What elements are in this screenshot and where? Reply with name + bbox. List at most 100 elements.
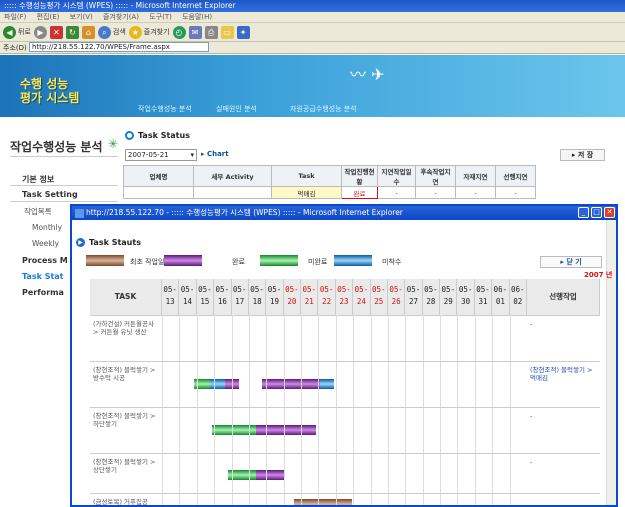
home-icon[interactable]: ⌂ bbox=[81, 25, 95, 39]
row-prev: - bbox=[530, 458, 533, 466]
grid-line bbox=[405, 315, 407, 505]
task-cell: 먹매김 bbox=[271, 186, 342, 199]
grid-line bbox=[318, 315, 320, 505]
col-activity: 세부 Activity bbox=[193, 165, 272, 187]
date-header-cell: 06- 02 bbox=[509, 279, 527, 315]
date-header-cell: 05- 14 bbox=[179, 279, 197, 315]
menu-tools[interactable]: 도구(T) bbox=[149, 13, 172, 21]
grid-line bbox=[214, 315, 216, 505]
gantt-row[interactable]: (가하건설) 커튼월공사 > 커튼월 유닛 생산 - bbox=[90, 315, 600, 361]
task-table: 업체명 세부 Activity Task 작업진행현황 지연작업일수 후속작업지… bbox=[123, 165, 536, 199]
row-task: (금성토목) 거푸집공 bbox=[93, 498, 148, 506]
grid-line bbox=[162, 315, 163, 505]
date-header-cell: 05- 16 bbox=[214, 279, 232, 315]
address-bar: 주소(D) http://218.55.122.70/WPES/Frame.as… bbox=[0, 42, 625, 54]
menu-edit[interactable]: 편집(E) bbox=[37, 13, 60, 21]
legend-incomplete: 미완료 bbox=[308, 258, 328, 266]
divider bbox=[10, 185, 118, 186]
grid-line bbox=[335, 315, 337, 505]
history-icon[interactable]: ◴ bbox=[172, 25, 186, 39]
refresh-icon[interactable]: ↻ bbox=[65, 25, 79, 39]
status-cell: 완료 bbox=[341, 186, 378, 199]
messenger-icon[interactable]: ✦ bbox=[236, 25, 250, 39]
grid-line bbox=[266, 315, 268, 505]
search-button[interactable]: ⌕ 검색 bbox=[97, 25, 126, 39]
minimize-button[interactable]: _ bbox=[578, 207, 589, 218]
date-header-cell: 05- 23 bbox=[335, 279, 354, 315]
legend-swatch-not-started bbox=[334, 255, 372, 266]
grid-line bbox=[179, 315, 181, 505]
forward-arrow-icon[interactable]: ▶ bbox=[33, 25, 47, 39]
close-button[interactable]: ▸ 닫 기 bbox=[540, 256, 602, 268]
gantt-bar bbox=[210, 379, 225, 389]
site-logo[interactable]: 수행 성능 평가 시스템 bbox=[20, 77, 79, 105]
popup-window: http://218.55.122.70 - ::::: 수행성능평가 시스템 … bbox=[70, 204, 618, 507]
gantt-row[interactable]: (창현조적) 블럭쌓기 > 상단쌓기 - bbox=[90, 453, 600, 493]
menu-help[interactable]: 도움말(H) bbox=[182, 13, 212, 21]
bird-logo-icon: 〰 ✈ bbox=[350, 65, 385, 84]
legend-not-started: 미착수 bbox=[382, 258, 402, 266]
menu-view[interactable]: 보기(V) bbox=[70, 13, 93, 21]
grid-line bbox=[387, 315, 389, 505]
legend-swatch-purple bbox=[164, 255, 202, 266]
sidebar-item-task-setting[interactable]: Task Setting bbox=[22, 190, 78, 199]
date-select[interactable]: 2007-05-21 ▾ bbox=[125, 149, 197, 161]
col-delay-days: 지연작업일수 bbox=[377, 165, 416, 187]
browser-toolbar: ◀ 뒤로 ▶ ✕ ↻ ⌂ ⌕ 검색 ★ 즐겨찾기 ◴ ✉ ⎙ ▭ ✦ bbox=[0, 23, 625, 42]
grid-line bbox=[440, 315, 442, 505]
gantt-bar bbox=[320, 379, 334, 389]
sidebar-item-task-list[interactable]: 작업목록 bbox=[24, 206, 52, 217]
gantt-bar bbox=[294, 499, 352, 505]
stop-icon[interactable]: ✕ bbox=[49, 25, 63, 39]
grid-line bbox=[196, 315, 198, 505]
sidebar-item-basic-info[interactable]: 기본 정보 bbox=[22, 174, 54, 185]
close-window-button[interactable]: ✕ bbox=[604, 207, 615, 218]
table-row[interactable]: 먹매김 완료 - - - - bbox=[123, 186, 536, 199]
date-header-cell: 05- 28 bbox=[422, 279, 441, 315]
date-header-cell: 06- 01 bbox=[492, 279, 510, 315]
menu-file[interactable]: 파일(F) bbox=[4, 13, 26, 21]
col-prior-delay: 선행지연 bbox=[495, 165, 536, 187]
gantt-bar bbox=[256, 470, 284, 480]
nav-failure-cause[interactable]: 실패원인 분석 bbox=[216, 104, 257, 114]
sidebar-item-performance[interactable]: Performa bbox=[22, 288, 64, 297]
back-button[interactable]: ◀ 뒤로 bbox=[3, 25, 31, 39]
sidebar-item-task-status[interactable]: Task Stat bbox=[22, 272, 64, 281]
legend-complete: 완료 bbox=[232, 258, 245, 266]
grid-line bbox=[370, 315, 372, 505]
mail-icon[interactable]: ✉ bbox=[188, 25, 202, 39]
address-input[interactable]: http://218.55.122.70/WPES/Frame.aspx bbox=[28, 42, 209, 52]
favorites-button[interactable]: ★ 즐겨찾기 bbox=[128, 25, 170, 39]
save-button[interactable]: ▸ 저 장 bbox=[560, 149, 605, 161]
print-icon[interactable]: ⎙ bbox=[204, 25, 218, 39]
menu-favorites[interactable]: 즐겨찾기(A) bbox=[103, 13, 139, 21]
scrollbar[interactable] bbox=[606, 220, 616, 505]
task-column-header: TASK bbox=[90, 279, 162, 315]
nav-resource-performance[interactable]: 자원공급수행성능 분석 bbox=[290, 104, 357, 114]
col-followup-delay: 후속작업지연 bbox=[415, 165, 456, 187]
date-header-cell: 05- 18 bbox=[248, 279, 267, 315]
row-task: (창현조적) 블럭쌓기 > 하단쌓기 bbox=[93, 412, 156, 428]
row-prev bbox=[527, 494, 600, 502]
divider bbox=[10, 156, 118, 157]
gantt-row[interactable]: (창현조적) 블럭쌓기 > 하단쌓기 - bbox=[90, 407, 600, 453]
folder-icon[interactable]: ▭ bbox=[220, 25, 234, 39]
sidebar-item-monthly[interactable]: Monthly bbox=[32, 223, 62, 232]
sidebar-item-weekly[interactable]: Weekly bbox=[32, 239, 59, 248]
gantt-bar bbox=[256, 425, 316, 435]
sidebar-item-process[interactable]: Process M bbox=[22, 256, 68, 265]
date-header-cell: 05- 29 bbox=[440, 279, 458, 315]
col-task: Task bbox=[271, 165, 342, 187]
nav-task-performance[interactable]: 작업수행성능 분석 bbox=[138, 104, 192, 114]
grid-line bbox=[231, 315, 233, 505]
gantt-row[interactable]: (금성토목) 거푸집공 bbox=[90, 493, 600, 506]
col-material-delay: 자재지연 bbox=[455, 165, 496, 187]
date-header-cell: 05- 15 bbox=[196, 279, 215, 315]
grid-line bbox=[283, 315, 285, 505]
chart-button[interactable]: ▸ Chart bbox=[201, 150, 229, 158]
maximize-button[interactable]: □ bbox=[591, 207, 602, 218]
date-header-cell: 05- 19 bbox=[266, 279, 284, 315]
popup-title-bar: http://218.55.122.70 - ::::: 수행성능평가 시스템 … bbox=[72, 206, 616, 220]
gantt-row[interactable]: (창현조적) 블럭쌓기 > 방수턱 시공 (창현조적) 블럭쌓기 > 먹매김 bbox=[90, 361, 600, 407]
date-header-cell: 05- 13 bbox=[162, 279, 180, 315]
